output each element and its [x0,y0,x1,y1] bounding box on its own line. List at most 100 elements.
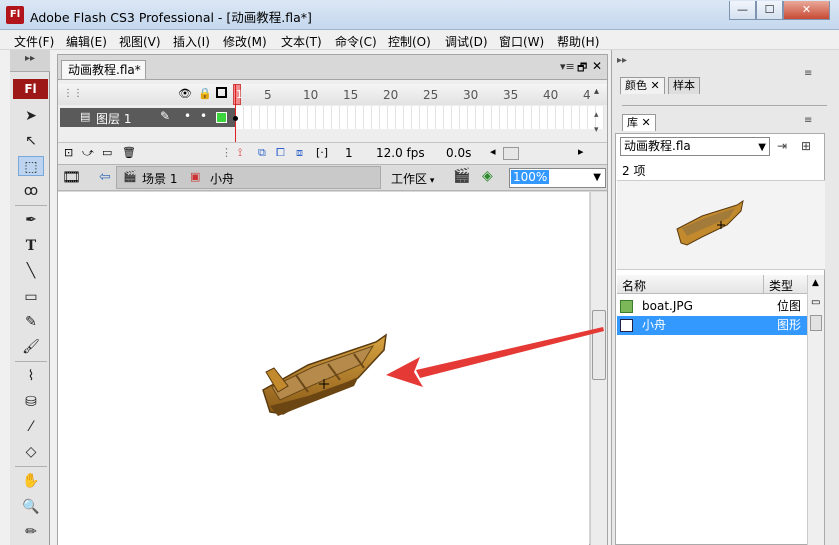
keyframe-dot[interactable] [233,116,238,121]
stage-vertical-scrollbar[interactable] [590,192,607,545]
selection-tool-icon[interactable]: ➤ [18,106,44,126]
zoom-select[interactable]: 100% ▼ [509,168,606,188]
eraser-tool-icon[interactable]: ◇ [18,442,44,462]
frame-grid[interactable] [236,106,604,129]
brush-tool-icon[interactable]: 🖌 [18,337,44,357]
layer-lock-dot[interactable]: • [200,109,207,123]
collapse-panels-icon[interactable]: ▸▸ [617,55,627,66]
workspace-label: 工作区 [391,172,428,186]
menu-window[interactable]: 窗口(W) [499,33,544,50]
back-arrow-icon[interactable]: ⇦ [99,169,111,185]
chevron-down-icon: ▼ [593,172,601,183]
ink-bottle-tool-icon[interactable]: ⌇ [18,366,44,386]
hscroll-right-icon[interactable]: ▸ [578,145,584,158]
stroke-color-icon[interactable]: ✏ [18,522,44,542]
onion-markers-icon[interactable]: [·] [316,146,328,159]
paint-bucket-tool-icon[interactable]: ⛁ [18,392,44,412]
eye-icon[interactable]: 👁 [178,87,192,100]
menu-edit[interactable]: 编辑(E) [66,33,107,50]
tab-swatches[interactable]: 样本 [668,77,700,94]
boat-graphic[interactable] [262,333,387,416]
timeline-scroll-up-icon[interactable]: ▴ [594,86,599,97]
column-type[interactable]: 类型 [769,277,793,294]
center-frame-icon[interactable]: ⟟ [238,146,242,160]
new-folder-icon[interactable]: ▭ [102,146,112,159]
zoom-value: 100% [511,170,550,184]
onion-skin-icon[interactable]: ⧉ [258,146,266,160]
outline-icon[interactable] [216,87,227,98]
layer-row[interactable]: ▤ 图层 1 ✎ • • [60,108,235,127]
text-tool-icon[interactable]: T [18,236,44,256]
panel-menu-icon[interactable]: ≡ [804,68,812,79]
frame-scroll-up-icon[interactable]: ▴ [594,110,599,120]
lock-icon[interactable]: 🔒 [198,87,212,100]
hand-tool-icon[interactable]: ✋ [18,471,44,491]
menu-control[interactable]: 控制(O) [388,33,431,50]
edit-symbol-icon[interactable]: ◈ [482,168,493,184]
new-library-icon[interactable]: ⊞ [801,139,811,153]
breadcrumb-symbol[interactable]: 小舟 [210,170,234,187]
rectangle-tool-icon[interactable]: ▭ [18,287,44,307]
panel-divider [622,105,827,106]
window-title: Adobe Flash CS3 Professional - [动画教程.fla… [30,10,312,25]
layer-visible-dot[interactable]: • [184,109,191,123]
breadcrumb-scene[interactable]: 场景 1 [142,170,177,187]
minimize-button[interactable]: — [729,1,756,20]
menu-file[interactable]: 文件(F) [14,33,54,50]
library-item-type: 图形 [777,318,802,332]
workspace-dropdown[interactable]: 工作区 ▾ [391,170,434,187]
flash-badge-icon: Fl [13,79,48,99]
delete-layer-icon[interactable]: 🗑 [122,146,136,159]
onion-outline-icon[interactable]: ⧠ [276,146,285,160]
library-item[interactable]: 小舟 图形 [617,316,807,335]
frame-scroll-down-icon[interactable]: ▾ [594,125,599,135]
column-name[interactable]: 名称 [622,277,646,294]
timeline-toggle-icon[interactable]: 🎞 [62,168,81,186]
menu-help[interactable]: 帮助(H) [557,33,599,50]
pen-tool-icon[interactable]: ✒ [18,210,44,230]
scroll-thumb[interactable] [810,315,822,331]
close-icon[interactable]: ✕ [651,79,660,92]
menu-view[interactable]: 视图(V) [119,33,161,50]
tools-panel-header[interactable]: ▸▸ [10,50,50,72]
line-tool-icon[interactable]: ╲ [18,261,44,281]
doc-menu-icon[interactable]: ▾≡ [560,60,575,73]
library-document-select[interactable]: 动画教程.fla ▼ [620,137,770,156]
scroll-up-icon[interactable]: ▲ [812,278,819,288]
tab-color[interactable]: 颜色 ✕ [620,77,665,94]
menu-modify[interactable]: 修改(M) [223,33,267,50]
subselection-tool-icon[interactable]: ↖ [18,131,44,151]
close-icon[interactable]: ✕ [642,116,651,129]
scroll-thumb[interactable] [592,310,606,380]
menu-commands[interactable]: 命令(C) [335,33,377,50]
doc-restore-icon[interactable]: 🗗 [577,59,587,78]
hscroll-thumb[interactable] [503,147,519,160]
library-menu-icon[interactable]: ≡ [804,115,812,126]
doc-close-icon[interactable]: ✕ [592,59,602,73]
motion-guide-icon[interactable]: ⤻ [82,146,94,160]
tab-library[interactable]: 库 ✕ [622,114,656,131]
library-item[interactable]: boat.JPG 位图 [617,297,807,316]
frame-number: 25 [423,88,439,102]
menu-debug[interactable]: 调试(D) [445,33,488,50]
lasso-tool-icon[interactable]: ꝏ [18,181,44,201]
zoom-tool-icon[interactable]: 🔍 [18,497,44,517]
hscroll-left-icon[interactable]: ◂ [490,145,496,158]
stage[interactable] [58,192,589,545]
maximize-button[interactable]: ☐ [756,1,783,20]
pencil-tool-icon[interactable]: ✎ [18,312,44,332]
library-scrollbar[interactable]: ▲ ▭ [807,275,824,545]
layer-outline-color[interactable] [216,112,227,123]
edit-multiple-frames-icon[interactable]: ⧈ [296,146,303,160]
document-tab[interactable]: 动画教程.fla* [61,60,146,79]
eyedropper-tool-icon[interactable]: ⁄ [18,417,44,437]
panel-toggle-icon[interactable]: ▭ [811,297,820,308]
free-transform-tool-icon[interactable]: ⬚ [18,156,44,176]
library-preview [617,180,825,270]
edit-scene-icon[interactable]: 🎬 [453,168,470,184]
pin-icon[interactable]: ⇥ [777,139,787,153]
new-layer-icon[interactable]: ⊡ [64,146,73,159]
close-button[interactable]: ✕ [783,1,830,20]
menu-insert[interactable]: 插入(I) [173,33,210,50]
menu-text[interactable]: 文本(T) [281,33,322,50]
